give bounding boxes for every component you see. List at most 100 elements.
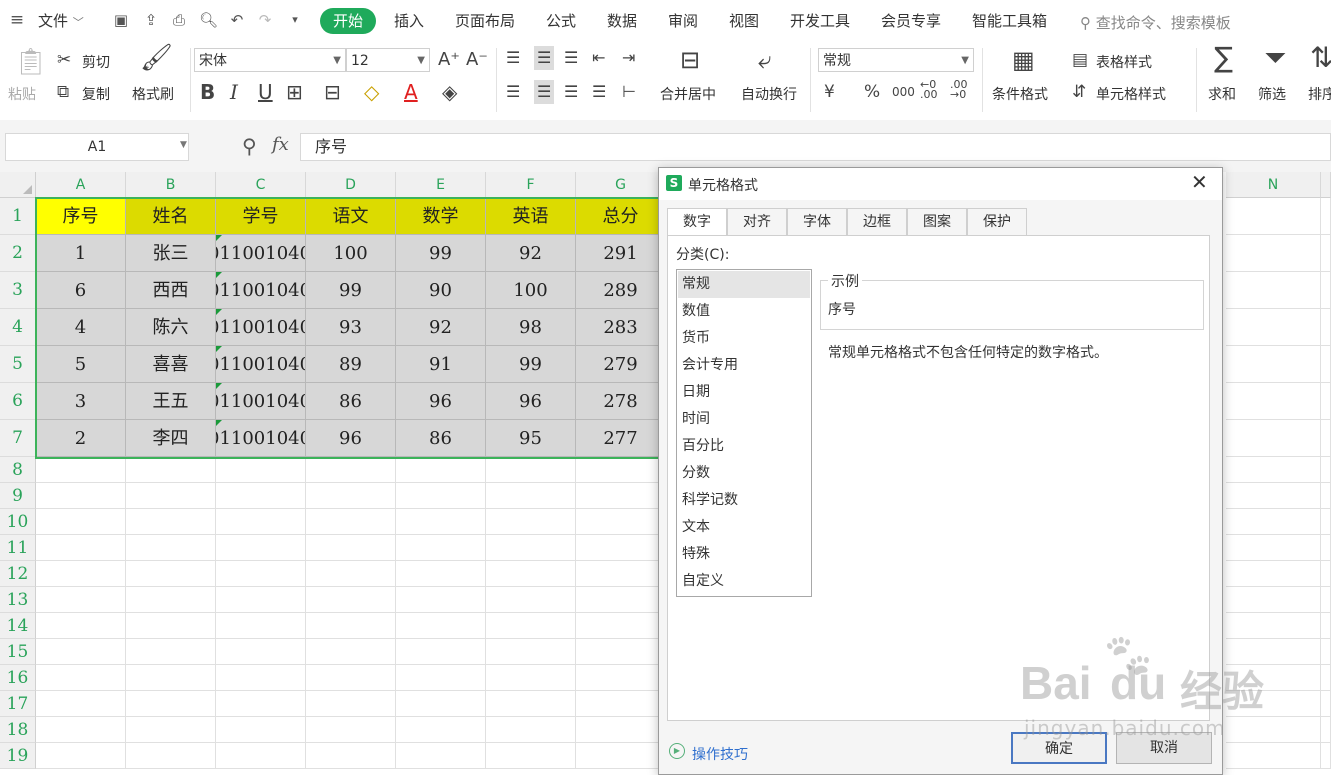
category-item[interactable]: 时间 xyxy=(678,406,810,433)
empty-cell[interactable] xyxy=(126,743,216,769)
merge-center-button[interactable]: 合并居中 xyxy=(660,84,716,104)
empty-cell[interactable] xyxy=(1321,346,1331,383)
empty-cell[interactable] xyxy=(36,743,126,769)
empty-cell[interactable] xyxy=(36,613,126,639)
ok-button[interactable]: 确定 xyxy=(1011,732,1107,764)
empty-cell[interactable] xyxy=(126,639,216,665)
empty-cell[interactable] xyxy=(36,535,126,561)
data-cell[interactable]: 喜喜 xyxy=(126,346,216,383)
header-cell[interactable]: 总分 xyxy=(576,198,666,235)
increase-decimal-icon[interactable]: ←0.00 xyxy=(920,79,938,100)
row-header-10[interactable]: 10 xyxy=(0,509,36,535)
border-icon[interactable]: ⊞ xyxy=(286,82,303,102)
tab-number[interactable]: 数字 xyxy=(667,208,727,236)
empty-cell[interactable] xyxy=(396,665,486,691)
empty-cell[interactable] xyxy=(1226,613,1321,639)
conditional-format-button[interactable]: 条件格式 xyxy=(992,84,1048,104)
row-header-2[interactable]: 2 xyxy=(0,235,36,272)
empty-cell[interactable] xyxy=(1321,383,1331,420)
empty-cell[interactable] xyxy=(486,639,576,665)
empty-cell[interactable] xyxy=(36,691,126,717)
print-preview-icon[interactable]: 🔍︎ xyxy=(199,11,218,29)
empty-cell[interactable] xyxy=(1321,613,1331,639)
row-header-3[interactable]: 3 xyxy=(0,272,36,309)
empty-cell[interactable] xyxy=(126,483,216,509)
data-cell[interactable]: 5 xyxy=(36,346,126,383)
function-button[interactable]: fx xyxy=(272,134,289,155)
empty-cell[interactable] xyxy=(1226,691,1321,717)
data-cell[interactable]: 277 xyxy=(576,420,666,457)
column-header-e[interactable]: E xyxy=(396,172,486,198)
category-item[interactable]: 日期 xyxy=(678,379,810,406)
empty-cell[interactable] xyxy=(126,613,216,639)
tab-protection[interactable]: 保护 xyxy=(967,208,1027,235)
distributed-icon[interactable]: ⊢ xyxy=(622,82,636,102)
align-left-icon[interactable]: ☰ xyxy=(506,82,520,102)
header-cell[interactable]: 数学 xyxy=(396,198,486,235)
empty-cell[interactable] xyxy=(1226,457,1321,483)
row-header-17[interactable]: 17 xyxy=(0,691,36,717)
empty-cell[interactable] xyxy=(216,743,306,769)
header-cell[interactable]: 学号 xyxy=(216,198,306,235)
category-item[interactable]: 自定义 xyxy=(678,568,810,595)
empty-cell[interactable] xyxy=(216,561,306,587)
format-painter-button[interactable]: 格式刷 xyxy=(132,84,174,104)
empty-cell[interactable] xyxy=(396,717,486,743)
empty-cell[interactable] xyxy=(1321,743,1331,769)
data-cell[interactable]: 86 xyxy=(396,420,486,457)
empty-cell[interactable] xyxy=(306,483,396,509)
empty-cell[interactable] xyxy=(1321,535,1331,561)
empty-cell[interactable] xyxy=(1321,198,1331,235)
data-cell[interactable]: 0110010403 xyxy=(216,383,306,420)
data-cell[interactable]: 西西 xyxy=(126,272,216,309)
category-item[interactable]: 货币 xyxy=(678,325,810,352)
data-cell[interactable]: 99 xyxy=(306,272,396,309)
empty-cell[interactable] xyxy=(216,535,306,561)
empty-cell[interactable] xyxy=(1226,198,1321,235)
empty-cell[interactable] xyxy=(216,483,306,509)
empty-cell[interactable] xyxy=(396,535,486,561)
empty-cell[interactable] xyxy=(306,509,396,535)
empty-cell[interactable] xyxy=(1321,639,1331,665)
format-icon[interactable]: ⊟ xyxy=(324,82,341,102)
cancel-button[interactable]: 取消 xyxy=(1116,732,1212,764)
empty-cell[interactable] xyxy=(1321,483,1331,509)
empty-cell[interactable] xyxy=(1321,309,1331,346)
empty-cell[interactable] xyxy=(396,639,486,665)
category-item[interactable]: 数值 xyxy=(678,298,810,325)
dialog-title-bar[interactable]: S 单元格格式 ✕ xyxy=(659,168,1222,200)
data-cell[interactable]: 陈六 xyxy=(126,309,216,346)
data-cell[interactable]: 100 xyxy=(306,235,396,272)
empty-cell[interactable] xyxy=(576,743,666,769)
empty-cell[interactable] xyxy=(1226,346,1321,383)
empty-cell[interactable] xyxy=(1226,483,1321,509)
empty-cell[interactable] xyxy=(486,665,576,691)
empty-cell[interactable] xyxy=(126,561,216,587)
tab-view[interactable]: 视图 xyxy=(729,10,759,31)
data-cell[interactable]: 283 xyxy=(576,309,666,346)
data-cell[interactable]: 0110010403 xyxy=(216,235,306,272)
empty-cell[interactable] xyxy=(1226,587,1321,613)
empty-cell[interactable] xyxy=(306,717,396,743)
chevron-down-icon[interactable]: ▼ xyxy=(180,140,187,150)
empty-cell[interactable] xyxy=(36,561,126,587)
category-item[interactable]: 会计专用 xyxy=(678,352,810,379)
empty-cell[interactable] xyxy=(126,587,216,613)
data-cell[interactable]: 95 xyxy=(486,420,576,457)
empty-cell[interactable] xyxy=(306,639,396,665)
empty-cell[interactable] xyxy=(306,587,396,613)
data-cell[interactable]: 96 xyxy=(486,383,576,420)
column-header-b[interactable]: B xyxy=(126,172,216,198)
paste-button[interactable]: 粘贴 xyxy=(8,84,36,104)
data-cell[interactable]: 92 xyxy=(486,235,576,272)
data-cell[interactable]: 0110010403 xyxy=(216,272,306,309)
align-middle-icon[interactable]: ☰ xyxy=(534,46,555,70)
tab-border[interactable]: 边框 xyxy=(847,208,907,235)
empty-cell[interactable] xyxy=(1321,457,1331,483)
copy-button[interactable]: 复制 xyxy=(82,84,110,104)
sort-button[interactable]: 排序 xyxy=(1308,84,1331,104)
data-cell[interactable]: 99 xyxy=(396,235,486,272)
row-header-14[interactable]: 14 xyxy=(0,613,36,639)
empty-cell[interactable] xyxy=(306,743,396,769)
customize-toolbar-icon[interactable]: ▾ xyxy=(286,11,304,29)
